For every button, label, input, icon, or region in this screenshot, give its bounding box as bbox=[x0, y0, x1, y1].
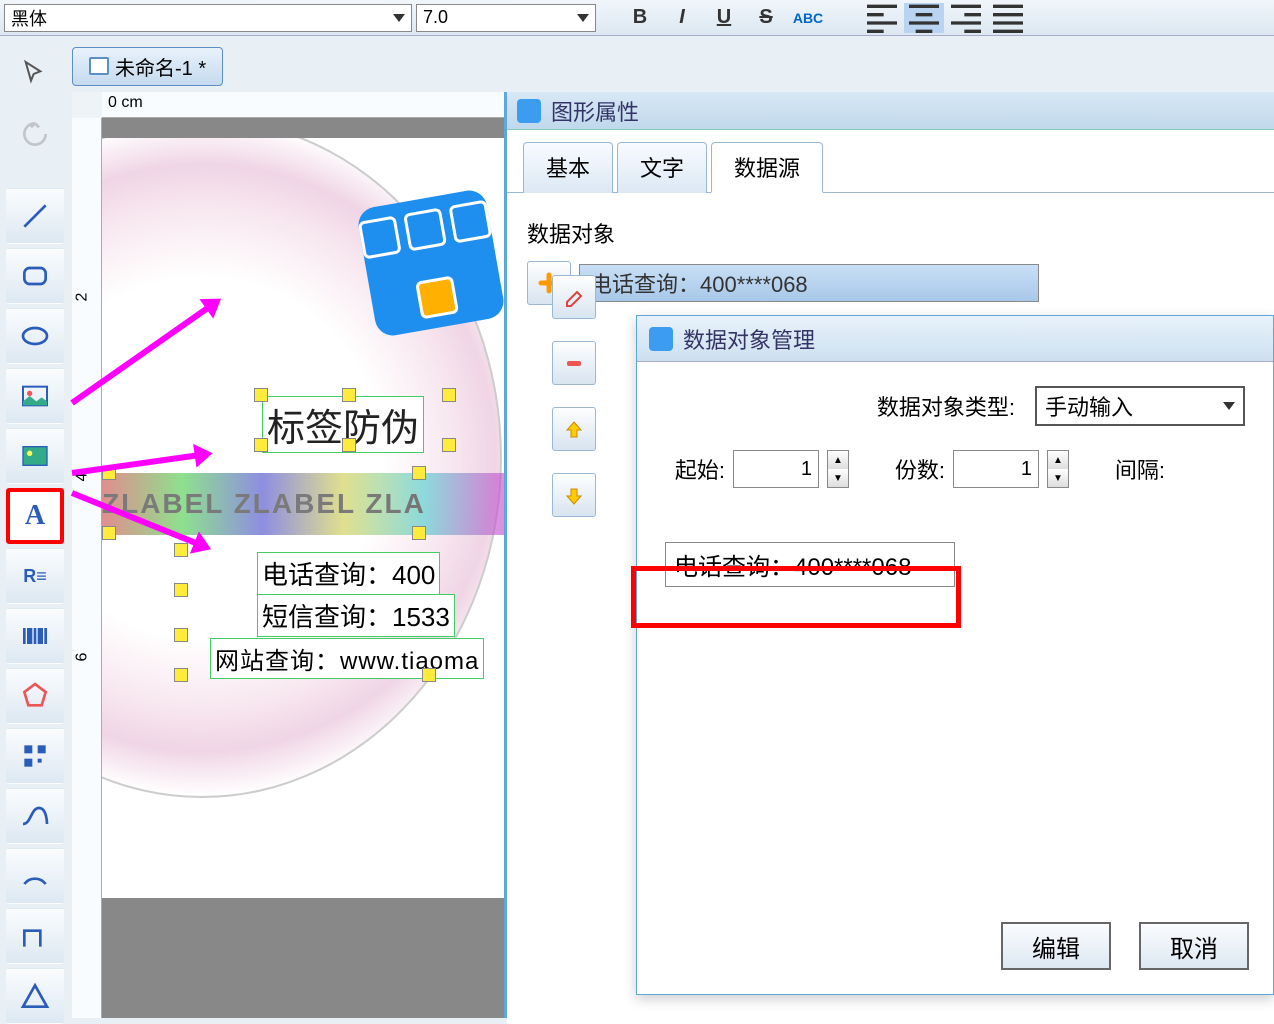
dropdown-icon bbox=[1223, 402, 1235, 410]
selection-handle[interactable] bbox=[254, 388, 268, 402]
count-input[interactable] bbox=[953, 450, 1039, 488]
dropdown-icon bbox=[577, 14, 589, 22]
cancel-button[interactable]: 取消 bbox=[1139, 922, 1249, 970]
selection-handle[interactable] bbox=[342, 438, 356, 452]
panel-tabs: 基本 文字 数据源 bbox=[507, 130, 1274, 193]
ellipse-tool[interactable] bbox=[6, 308, 64, 364]
font-family-value: 黑体 bbox=[11, 5, 47, 31]
vertical-ruler: 2 4 6 bbox=[72, 118, 102, 1018]
label-page[interactable]: 标签防伪 ZLABEL ZLABEL ZLA 电话查询：400 短信查询：153… bbox=[102, 138, 504, 898]
selection-handle[interactable] bbox=[174, 543, 188, 557]
start-spinner[interactable]: ▲▼ bbox=[827, 450, 849, 488]
selection-handle[interactable] bbox=[174, 628, 188, 642]
align-justify-button[interactable] bbox=[988, 3, 1028, 33]
move-down-button[interactable] bbox=[552, 473, 596, 517]
font-size-select[interactable]: 7.0 bbox=[416, 4, 596, 32]
curve-tool[interactable] bbox=[6, 788, 64, 844]
dialog-header[interactable]: 数据对象管理 bbox=[637, 316, 1273, 362]
remove-dataobj-button[interactable] bbox=[552, 341, 596, 385]
move-up-button[interactable] bbox=[552, 407, 596, 451]
dataobj-buttons bbox=[552, 275, 596, 517]
selection-handle[interactable] bbox=[174, 668, 188, 682]
select-tool[interactable] bbox=[6, 46, 64, 102]
line-tool[interactable] bbox=[6, 188, 64, 244]
count-spinner[interactable]: ▲▼ bbox=[1047, 450, 1069, 488]
selection-handle[interactable] bbox=[422, 668, 436, 682]
tool-palette: A R≡ bbox=[2, 44, 68, 1018]
selection-handle[interactable] bbox=[442, 438, 456, 452]
selection-handle[interactable] bbox=[442, 388, 456, 402]
panel-header: 图形属性 bbox=[507, 92, 1274, 130]
align-center-button[interactable] bbox=[904, 3, 944, 33]
dialog-title: 数据对象管理 bbox=[683, 323, 815, 355]
selection-handle[interactable] bbox=[174, 583, 188, 597]
rotate-tool[interactable] bbox=[6, 106, 64, 162]
edit-dataobj-button[interactable] bbox=[552, 275, 596, 319]
align-left-button[interactable] bbox=[862, 3, 902, 33]
panel-title: 图形属性 bbox=[551, 95, 639, 127]
tab-basic[interactable]: 基本 bbox=[523, 142, 613, 193]
section-label-dataobj: 数据对象 bbox=[527, 217, 1254, 249]
font-size-value: 7.0 bbox=[423, 7, 448, 28]
type-label: 数据对象类型: bbox=[877, 390, 1015, 422]
start-input[interactable] bbox=[733, 450, 819, 488]
bezier-tool[interactable] bbox=[6, 908, 64, 964]
ruler-label: 0 cm bbox=[108, 94, 143, 112]
triangle-tool[interactable] bbox=[6, 968, 64, 1024]
strike-button[interactable]: S bbox=[746, 3, 786, 33]
arc-tool[interactable] bbox=[6, 848, 64, 904]
data-object-item[interactable]: 电话查询：400****068 bbox=[579, 264, 1039, 302]
bold-button[interactable]: B bbox=[620, 3, 660, 33]
rounded-rect-tool[interactable] bbox=[6, 248, 64, 304]
data-type-value: 手动输入 bbox=[1045, 390, 1133, 422]
panel-icon bbox=[517, 99, 541, 123]
format-toolbar: 黑体 7.0 B I U S ABC bbox=[0, 0, 1274, 36]
phone-text[interactable]: 电话查询：400 bbox=[257, 552, 440, 595]
polygon-tool[interactable] bbox=[6, 668, 64, 724]
align-right-button[interactable] bbox=[946, 3, 986, 33]
text-tool[interactable]: A bbox=[6, 488, 64, 544]
start-label: 起始: bbox=[665, 453, 725, 485]
underline-button[interactable]: U bbox=[704, 3, 744, 33]
barcode-tool[interactable] bbox=[6, 608, 64, 664]
document-icon bbox=[89, 57, 109, 75]
count-label: 份数: bbox=[885, 453, 945, 485]
image-tool[interactable] bbox=[6, 368, 64, 424]
selection-handle[interactable] bbox=[412, 466, 426, 480]
selection-handle[interactable] bbox=[254, 438, 268, 452]
annotation-highlight bbox=[631, 566, 961, 628]
document-tabs: 未命名-1 * bbox=[72, 44, 1274, 88]
horizontal-ruler: 0 cm bbox=[102, 92, 504, 118]
dropdown-icon bbox=[393, 14, 405, 22]
canvas-area: 0 cm 2 4 6 标签防伪 ZLABEL ZLABEL ZLA 电话查询：4… bbox=[72, 92, 504, 1018]
font-family-select[interactable]: 黑体 bbox=[4, 4, 412, 32]
tab-datasource[interactable]: 数据源 bbox=[711, 142, 823, 193]
logo-badge[interactable] bbox=[356, 188, 504, 339]
dialog-icon bbox=[649, 327, 673, 351]
data-type-select[interactable]: 手动输入 bbox=[1035, 386, 1245, 426]
document-tab[interactable]: 未命名-1 * bbox=[72, 47, 223, 86]
sms-text[interactable]: 短信查询：1533 bbox=[257, 594, 455, 637]
ruler-tick: 2 bbox=[73, 293, 91, 302]
qrcode-tool[interactable] bbox=[6, 728, 64, 784]
canvas-background[interactable]: 标签防伪 ZLABEL ZLABEL ZLA 电话查询：400 短信查询：153… bbox=[102, 118, 504, 1018]
richtext-tool[interactable]: R≡ bbox=[6, 548, 64, 604]
selection-handle[interactable] bbox=[102, 526, 116, 540]
interval-label: 间隔: bbox=[1105, 453, 1165, 485]
selection-handle[interactable] bbox=[342, 388, 356, 402]
font-color-button[interactable]: ABC bbox=[788, 3, 828, 33]
document-tab-label: 未命名-1 * bbox=[115, 52, 206, 81]
selection-handle[interactable] bbox=[412, 526, 426, 540]
picture-tool[interactable] bbox=[6, 428, 64, 484]
tab-text[interactable]: 文字 bbox=[617, 142, 707, 193]
data-object-dialog: 数据对象管理 数据对象类型: 手动输入 起始: ▲▼ 份数: ▲▼ 间隔: 电话… bbox=[636, 315, 1274, 995]
ruler-tick: 6 bbox=[73, 653, 91, 662]
website-text[interactable]: 网站查询：www.tiaoma bbox=[210, 638, 484, 679]
edit-button[interactable]: 编辑 bbox=[1001, 922, 1111, 970]
italic-button[interactable]: I bbox=[662, 3, 702, 33]
